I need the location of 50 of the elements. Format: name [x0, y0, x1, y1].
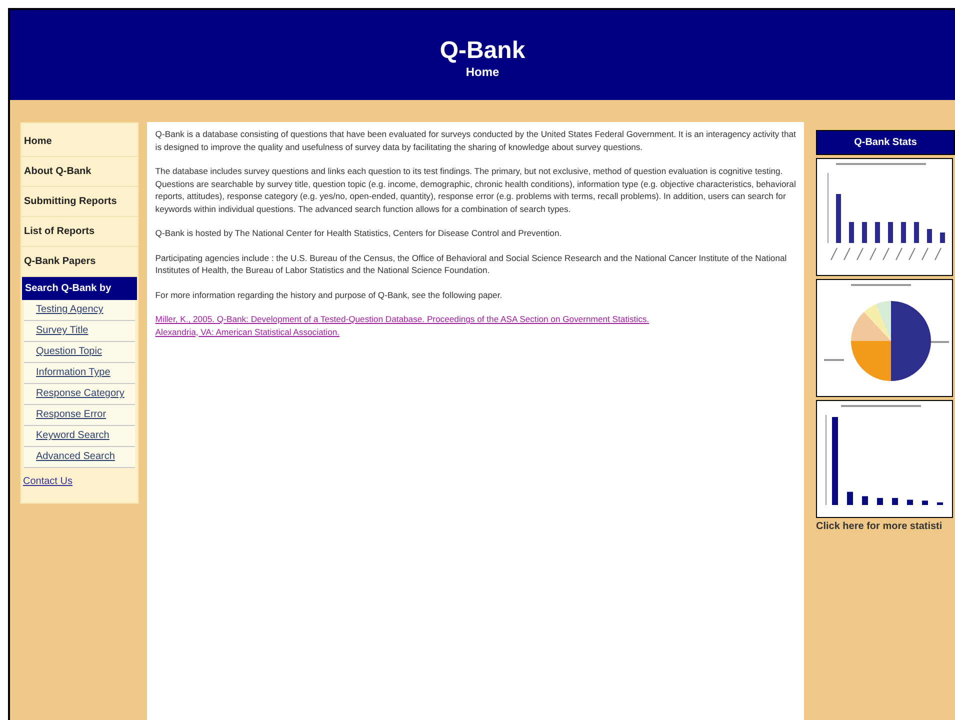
nav-sublink[interactable]: Information Type: [24, 363, 136, 384]
nav-link[interactable]: Home: [21, 127, 138, 157]
paragraph: Q-Bank is hosted by The National Center for Health Statistics, Centers for Disease Control and Prevention.: [155, 227, 563, 240]
chart-bar: [875, 222, 880, 243]
chart-bar: [907, 500, 913, 505]
nav-sublink[interactable]: Advanced Search: [24, 447, 136, 468]
chart-bar: [914, 222, 919, 243]
paragraph: For more information regarding the history and purpose of Q-Bank, see the following paper.: [155, 288, 504, 301]
axis-label-mark: [856, 248, 864, 260]
axis-label-mark: [922, 248, 928, 260]
stats-heading: Q-Bank Stats: [816, 130, 955, 155]
paragraph: Participating agencies include : the U.S. Bureau of the Census, the Office of Behavioral and Social Science Research and the National Cancer Institute of the National Institutes of Health, the Bureau of Labor Statistics and the National Science Foundation.: [155, 252, 788, 276]
site-title: Q-Bank: [440, 36, 526, 65]
chart-bar: [862, 496, 868, 505]
nav-link[interactable]: Submitting Reports: [21, 187, 138, 217]
nav-sublink[interactable]: Response Error: [24, 405, 136, 426]
nav-sublink[interactable]: Question Topic: [24, 342, 136, 363]
nav-sublink[interactable]: Response Category: [24, 384, 136, 405]
chart-bar: [847, 492, 853, 505]
chart-bar: [937, 502, 943, 505]
chart-bar: [888, 222, 893, 243]
chart-bar: [849, 222, 854, 243]
page-subtitle: Home: [466, 65, 500, 79]
slice-label-mark: [931, 341, 949, 343]
chart-bar: [940, 232, 945, 243]
chart-bar: [901, 222, 906, 243]
axis-label-mark: [896, 248, 902, 260]
contact-link[interactable]: Contact Us: [21, 468, 138, 495]
axis-label-mark: [844, 248, 850, 260]
nav-sublink[interactable]: Keyword Search: [24, 426, 136, 447]
more-statistics-link[interactable]: Click here for more statisti: [816, 521, 955, 532]
axis-label-mark: [934, 248, 942, 260]
axis-label-mark: [908, 248, 916, 260]
paragraph: Q-Bank is a database consisting of questions that have been evaluated for surveys conducted by the United States Federal Government. It is an interagency activity that is designed to improve the quality and usefulness of survey data by facilitating the sharing of knowledge about survey questions.: [155, 128, 796, 153]
chart-bar: [836, 194, 841, 243]
nav-heading: Search Q-Bank by: [22, 277, 138, 300]
nav-link[interactable]: About Q-Bank: [21, 157, 138, 187]
nav-sublink[interactable]: Survey Title: [24, 321, 136, 342]
nav-link[interactable]: List of Reports: [21, 217, 138, 247]
chart-bar: [927, 229, 932, 243]
slice-label-mark: [824, 359, 844, 361]
reference-link[interactable]: Miller, K., 2005. Q-Bank: Development of a Tested-Question Database. Proceedings of the ASA Section on Government Statistics. Alexandria, VA: American Statistical Association.: [155, 313, 656, 338]
chart-title-mark: [851, 284, 911, 286]
chart-bar: [862, 222, 867, 243]
paragraph: The database includes survey questions and links each question to its test findings. The primary, but not exclusive, method of question evaluation is cognitive testing. Questions are searchable by survey title, question topic (e.g. income, demographic, chronic health conditions), information type (e.g. objective characteristics, behavioral reports, attitudes), response category (e.g. yes/no, open-ended, quantity), response error (e.g. problems with terms, recall problems). In addition, users can search for keywords within individual questions. The advanced search function allows for a combination of search types.: [155, 165, 796, 215]
nav-sublink[interactable]: Testing Agency: [24, 300, 136, 321]
axis-label-mark: [882, 248, 890, 260]
axis-label-mark: [870, 248, 876, 260]
chart-bar: [922, 500, 928, 505]
axis-label-mark: [830, 248, 838, 260]
